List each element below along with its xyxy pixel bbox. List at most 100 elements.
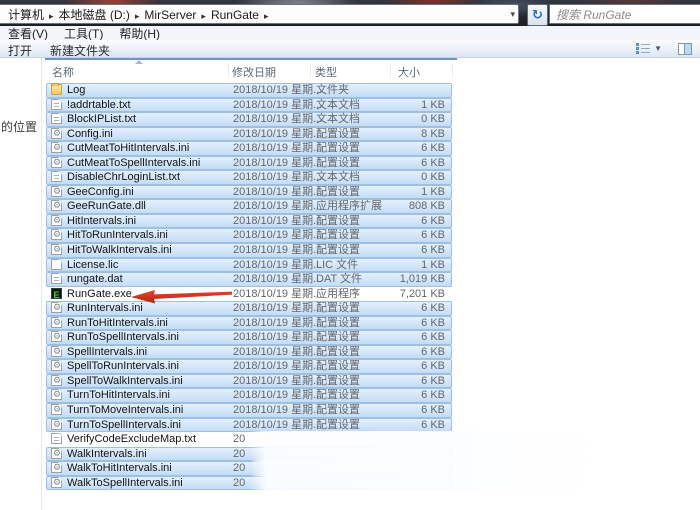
change-view-button[interactable]: ▼ bbox=[636, 43, 662, 54]
column-header-date[interactable]: 修改日期 bbox=[232, 64, 276, 80]
file-type: 配置设置 bbox=[316, 331, 360, 344]
table-row[interactable]: License.lic 2018/10/19 星期... LIC 文件 1 KB bbox=[46, 257, 452, 273]
file-size: 8 KB bbox=[421, 127, 445, 140]
breadcrumb-segment[interactable]: MirServer bbox=[142, 8, 198, 22]
table-row[interactable]: Config.ini 2018/10/19 星期... 配置设置 8 KB bbox=[46, 126, 452, 142]
open-button[interactable]: 打开 bbox=[8, 42, 32, 59]
file-size: 6 KB bbox=[421, 316, 445, 329]
file-name: VerifyCodeExcludeMap.txt bbox=[67, 433, 197, 446]
text-file-icon bbox=[51, 98, 62, 110]
column-divider[interactable] bbox=[452, 63, 453, 77]
breadcrumb-arrow-icon[interactable]: ▸ bbox=[198, 11, 209, 21]
file-date: 2018/10/19 星期... bbox=[233, 418, 323, 431]
column-header-type[interactable]: 类型 bbox=[315, 64, 337, 80]
table-row[interactable]: DisableChrLoginList.txt 2018/10/19 星期...… bbox=[46, 170, 452, 185]
table-row[interactable]: WalkToHitIntervals.ini 20 bbox=[46, 460, 610, 477]
breadcrumb-arrow-icon[interactable]: ▸ bbox=[132, 11, 143, 21]
file-date: 2018/10/19 星期... bbox=[233, 244, 323, 257]
breadcrumb-arrow-icon[interactable]: ▸ bbox=[261, 11, 272, 21]
table-row[interactable]: BlockIPList.txt 2018/10/19 星期... 文本文档 0 … bbox=[46, 112, 452, 127]
file-size: 6 KB bbox=[421, 360, 445, 373]
column-divider[interactable] bbox=[228, 63, 229, 77]
config-file-icon bbox=[51, 156, 62, 168]
table-row[interactable]: HitToRunIntervals.ini 2018/10/19 星期... 配… bbox=[46, 228, 452, 244]
breadcrumb-segment[interactable]: 本地磁盘 (D:) bbox=[57, 8, 132, 22]
search-input[interactable]: 搜索 RunGate bbox=[549, 4, 700, 24]
file-name: TurnToSpellIntervals.ini bbox=[67, 418, 181, 431]
breadcrumb-segment[interactable]: RunGate bbox=[209, 8, 261, 22]
file-name: GeeConfig.ini bbox=[67, 185, 134, 198]
table-row[interactable]: GeeRunGate.dll 2018/10/19 星期... 应用程序扩展 8… bbox=[46, 199, 452, 214]
file-name: TurnToHitIntervals.ini bbox=[67, 389, 170, 402]
menu-item[interactable]: 帮助(H) bbox=[119, 25, 160, 42]
list-view-icon bbox=[636, 43, 651, 54]
table-row[interactable]: RunToSpellIntervals.ini 2018/10/19 星期...… bbox=[46, 330, 452, 345]
command-bar: 打开 新建文件夹 ▼ bbox=[0, 40, 700, 58]
table-row[interactable]: SpellToWalkIntervals.ini 2018/10/19 星期..… bbox=[46, 373, 452, 389]
file-type: 配置设置 bbox=[316, 316, 360, 329]
table-row[interactable]: VerifyCodeExcludeMap.txt 20 bbox=[46, 431, 610, 448]
table-row[interactable]: HitToWalkIntervals.ini 2018/10/19 星期... … bbox=[46, 243, 452, 258]
dat-file-icon bbox=[51, 273, 62, 285]
column-header-size[interactable]: 大小 bbox=[398, 64, 420, 80]
file-date: 2018/10/19 星期... bbox=[233, 98, 323, 111]
folder-icon bbox=[51, 83, 62, 95]
text-file-icon bbox=[51, 113, 62, 125]
address-dropdown-icon[interactable]: ▾ bbox=[510, 9, 515, 20]
config-file-icon bbox=[51, 244, 62, 256]
file-date: 2018/10/19 星期... bbox=[233, 200, 323, 213]
table-row[interactable]: CutMeatToHitIntervals.ini 2018/10/19 星期.… bbox=[46, 141, 452, 156]
table-row[interactable]: CutMeatToSpellIntervals.ini 2018/10/19 星… bbox=[46, 155, 452, 171]
refresh-button[interactable]: ↻ bbox=[527, 4, 548, 26]
file-date: 2018/10/19 星期... bbox=[233, 273, 323, 286]
file-name: RunToSpellIntervals.ini bbox=[67, 331, 179, 344]
file-date: 20 bbox=[233, 433, 246, 446]
table-row[interactable]: SpellIntervals.ini 2018/10/19 星期... 配置设置… bbox=[46, 344, 452, 360]
file-date: 2018/10/19 星期... bbox=[233, 302, 323, 315]
file-name: SpellToWalkIntervals.ini bbox=[67, 374, 183, 387]
file-date: 20 bbox=[233, 447, 246, 460]
file-size: 6 KB bbox=[421, 142, 445, 155]
new-folder-button[interactable]: 新建文件夹 bbox=[50, 42, 110, 59]
file-size: 1 KB bbox=[421, 258, 445, 271]
file-type: 配置设置 bbox=[316, 229, 360, 242]
table-row[interactable]: RunToHitIntervals.ini 2018/10/19 星期... 配… bbox=[46, 315, 452, 331]
table-row[interactable]: SpellToRunIntervals.ini 2018/10/19 星期...… bbox=[46, 359, 452, 374]
config-file-icon bbox=[51, 389, 62, 401]
table-row[interactable]: WalkToSpellIntervals.ini 20 bbox=[46, 474, 610, 491]
file-size: 6 KB bbox=[421, 244, 445, 257]
dll-file-icon bbox=[51, 200, 62, 212]
red-arrow-annotation bbox=[131, 290, 232, 304]
file-type: 配置设置 bbox=[316, 389, 360, 402]
file-date: 2018/10/19 星期... bbox=[233, 374, 323, 387]
menu-bar: 查看(V) 工具(T) 帮助(H) bbox=[0, 25, 700, 42]
file-name: BlockIPList.txt bbox=[67, 113, 137, 126]
table-row[interactable]: TurnToSpellIntervals.ini 2018/10/19 星期..… bbox=[46, 417, 452, 433]
table-row[interactable]: rungate.dat 2018/10/19 星期... DAT 文件 1,01… bbox=[46, 272, 452, 287]
table-row[interactable]: RunGate.exe 2018/10/19 星期... 应用程序 7,201 … bbox=[46, 287, 452, 302]
column-divider[interactable] bbox=[390, 63, 391, 77]
table-row[interactable]: Log 2018/10/19 星期... 文件夹 bbox=[46, 83, 452, 98]
breadcrumb-arrow-icon[interactable]: ▸ bbox=[46, 11, 57, 21]
table-row[interactable]: WalkIntervals.ini 20 bbox=[46, 445, 610, 462]
config-file-icon bbox=[51, 127, 62, 139]
sidebar-text-fragment: 的位置 bbox=[1, 120, 38, 134]
table-row[interactable]: HitIntervals.ini 2018/10/19 星期... 配置设置 6… bbox=[46, 213, 452, 229]
chevron-down-icon: ▼ bbox=[654, 44, 662, 53]
column-divider[interactable] bbox=[310, 63, 311, 77]
table-row[interactable]: TurnToHitIntervals.ini 2018/10/19 星期... … bbox=[46, 388, 452, 404]
preview-pane-button[interactable] bbox=[678, 43, 692, 55]
column-header-name[interactable]: 名称 bbox=[52, 64, 74, 80]
file-size: 0 KB bbox=[421, 171, 445, 184]
file-size: 6 KB bbox=[421, 214, 445, 227]
pane-divider bbox=[41, 58, 42, 510]
table-row[interactable]: TurnToMoveIntervals.ini 2018/10/19 星期...… bbox=[46, 403, 452, 418]
menu-item[interactable]: 工具(T) bbox=[64, 25, 103, 42]
file-size: 808 KB bbox=[408, 200, 445, 213]
table-row[interactable]: GeeConfig.ini 2018/10/19 星期... 配置设置 1 KB bbox=[46, 184, 452, 200]
breadcrumb-segment[interactable]: 计算机 bbox=[6, 8, 46, 22]
table-row[interactable]: !addrtable.txt 2018/10/19 星期... 文本文档 1 K… bbox=[46, 97, 452, 113]
table-row[interactable]: RunIntervals.ini 2018/10/19 星期... 配置设置 6… bbox=[46, 301, 452, 316]
menu-item[interactable]: 查看(V) bbox=[8, 25, 48, 42]
address-bar[interactable]: 计算机 ▸ 本地磁盘 (D:) ▸ MirServer ▸ RunGate ▸ ▾ bbox=[0, 4, 519, 24]
